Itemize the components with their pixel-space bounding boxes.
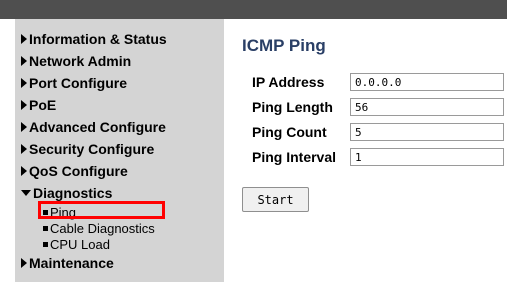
page-title: ICMP Ping: [242, 36, 326, 55]
form-row-ip-address: IP Address 0.0.0.0: [242, 71, 504, 93]
start-button[interactable]: Start: [242, 187, 309, 212]
ping-length-label: Ping Length: [252, 99, 333, 115]
chevron-right-icon: [21, 56, 27, 66]
top-bar: [0, 0, 507, 19]
form-row-ping-length: Ping Length 56: [242, 96, 504, 118]
chevron-right-icon: [21, 166, 27, 176]
bullet-icon: [43, 241, 48, 247]
chevron-right-icon: [21, 34, 27, 44]
sidebar-item-poe[interactable]: PoE: [15, 94, 224, 116]
sidebar-item-label: Network Admin: [29, 53, 132, 69]
sidebar-item-label: PoE: [29, 97, 57, 113]
sidebar-item-label: Port Configure: [29, 75, 127, 91]
main-panel: ICMP Ping IP Address 0.0.0.0 Ping Length…: [242, 36, 504, 212]
sidebar-item-qos-configure[interactable]: QoS Configure: [15, 160, 224, 182]
ping-count-label: Ping Count: [252, 124, 327, 140]
sidebar-nav: Information & Status Network Admin Port …: [15, 19, 224, 282]
chevron-down-icon: [21, 190, 31, 196]
sidebar-item-advanced-configure[interactable]: Advanced Configure: [15, 116, 224, 138]
chevron-right-icon: [21, 100, 27, 110]
sidebar-item-label: Advanced Configure: [29, 119, 166, 135]
selection-highlight: [38, 201, 165, 219]
sidebar-item-network-admin[interactable]: Network Admin: [15, 50, 224, 72]
sidebar-subitem-cable-diagnostics[interactable]: Cable Diagnostics: [15, 220, 224, 236]
sidebar-subitem-label: Cable Diagnostics: [50, 220, 155, 236]
sidebar-item-label: Maintenance: [29, 255, 114, 271]
sidebar-item-security-configure[interactable]: Security Configure: [15, 138, 224, 160]
sidebar-subitem-cpu-load[interactable]: CPU Load: [15, 236, 224, 252]
form-row-ping-interval: Ping Interval 1: [242, 146, 504, 168]
bullet-icon: [43, 225, 48, 231]
sidebar-subitem-label: CPU Load: [50, 236, 110, 252]
sidebar-subitem-ping[interactable]: Ping: [15, 201, 224, 220]
ip-address-label: IP Address: [252, 74, 325, 90]
sidebar-item-maintenance[interactable]: Maintenance: [15, 252, 224, 274]
chevron-right-icon: [21, 258, 27, 268]
chevron-right-icon: [21, 144, 27, 154]
ping-count-input[interactable]: 5: [350, 123, 504, 141]
form-row-ping-count: Ping Count 5: [242, 121, 504, 143]
sidebar-item-label: Security Configure: [29, 141, 155, 157]
ip-address-input[interactable]: 0.0.0.0: [350, 73, 504, 91]
chevron-right-icon: [21, 78, 27, 88]
sidebar-item-port-configure[interactable]: Port Configure: [15, 72, 224, 94]
ping-interval-input[interactable]: 1: [350, 148, 504, 166]
sidebar-item-label: Diagnostics: [33, 185, 113, 201]
ping-length-input[interactable]: 56: [350, 98, 504, 116]
sidebar-item-information-status[interactable]: Information & Status: [15, 28, 224, 50]
chevron-right-icon: [21, 122, 27, 132]
sidebar-item-label: Information & Status: [29, 31, 167, 47]
ping-interval-label: Ping Interval: [252, 149, 337, 165]
sidebar-item-label: QoS Configure: [29, 163, 128, 179]
